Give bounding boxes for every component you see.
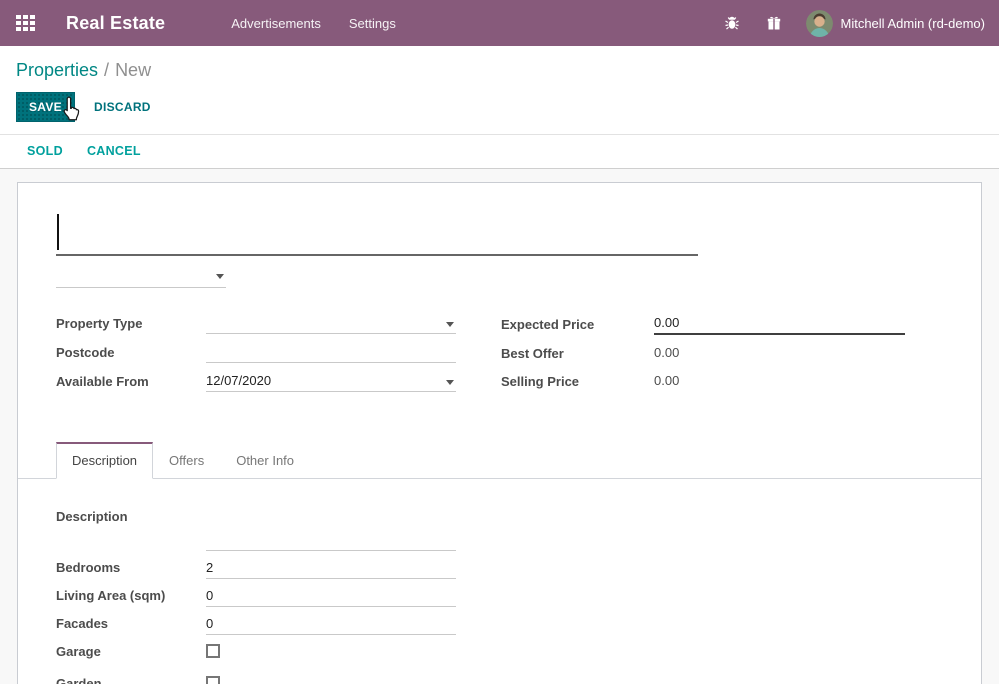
debug-mode-button[interactable] xyxy=(714,9,750,37)
chevron-down-icon xyxy=(446,322,454,327)
bedrooms-input[interactable] xyxy=(206,558,456,579)
user-menu[interactable]: Mitchell Admin (rd-demo) xyxy=(806,10,986,37)
apps-menu-button[interactable] xyxy=(0,0,50,46)
field-row-best-offer: Best Offer 0.00 xyxy=(501,343,905,363)
apps-grid-icon xyxy=(16,15,35,31)
tab-offers[interactable]: Offers xyxy=(153,443,220,479)
field-row-garden: Garden xyxy=(56,674,943,684)
menu-item-settings[interactable]: Settings xyxy=(339,8,406,39)
expected-price-label: Expected Price xyxy=(501,317,654,332)
field-row-bedrooms: Bedrooms xyxy=(56,558,943,579)
breadcrumb-properties-link[interactable]: Properties xyxy=(16,60,98,80)
promotion-button[interactable] xyxy=(756,9,792,37)
field-row-expected-price: Expected Price xyxy=(501,313,905,335)
gift-icon xyxy=(766,15,782,31)
available-from-input[interactable] xyxy=(206,371,456,392)
chevron-down-icon xyxy=(216,274,224,279)
cancel-button[interactable]: CANCEL xyxy=(87,144,141,158)
description-input[interactable] xyxy=(206,507,456,551)
form-view: Property Type Postcode Available From xyxy=(0,169,999,684)
selling-price-value: 0.00 xyxy=(654,371,679,391)
available-from-label: Available From xyxy=(56,374,206,389)
property-type-label: Property Type xyxy=(56,316,206,331)
field-row-facades: Facades xyxy=(56,614,943,635)
field-column-right: Expected Price Best Offer 0.00 Selling P… xyxy=(501,313,905,400)
tab-other-info[interactable]: Other Info xyxy=(220,443,310,479)
notebook-tabs: Description Offers Other Info xyxy=(18,442,981,479)
form-buttons: SAVE DISCARD xyxy=(16,92,983,122)
field-row-available-from: Available From xyxy=(56,371,456,392)
chevron-down-icon xyxy=(446,380,454,385)
garden-label: Garden xyxy=(56,674,206,684)
property-name-input[interactable] xyxy=(56,211,698,256)
field-row-selling-price: Selling Price 0.00 xyxy=(501,371,905,391)
field-row-postcode: Postcode xyxy=(56,342,456,363)
tab-description[interactable]: Description xyxy=(56,442,153,479)
statusbar: SOLD CANCEL xyxy=(0,134,999,169)
menu-item-advertisements[interactable]: Advertisements xyxy=(221,8,331,39)
breadcrumb-current: New xyxy=(115,60,151,80)
postcode-label: Postcode xyxy=(56,345,206,360)
expected-price-input[interactable] xyxy=(654,313,905,335)
facades-input[interactable] xyxy=(206,614,456,635)
text-insertion-caret xyxy=(57,214,59,250)
breadcrumb-separator: / xyxy=(104,60,109,80)
sold-button[interactable]: SOLD xyxy=(27,144,63,158)
garage-checkbox[interactable] xyxy=(206,644,220,658)
navbar-right: Mitchell Admin (rd-demo) xyxy=(714,9,986,37)
selling-price-label: Selling Price xyxy=(501,374,654,389)
bug-icon xyxy=(724,15,740,31)
top-navbar: Real Estate Advertisements Settings xyxy=(0,0,999,46)
facades-label: Facades xyxy=(56,614,206,635)
living-area-label: Living Area (sqm) xyxy=(56,586,206,607)
postcode-input[interactable] xyxy=(206,342,456,363)
field-grid: Property Type Postcode Available From xyxy=(56,313,943,400)
main-menu: Advertisements Settings xyxy=(221,8,406,39)
field-row-garage: Garage xyxy=(56,642,943,663)
property-tags-input[interactable] xyxy=(56,264,226,288)
description-tab-content: Description Bedrooms Living Area (sqm) F… xyxy=(56,479,943,684)
field-row-description: Description xyxy=(56,507,943,551)
property-type-select[interactable] xyxy=(206,313,456,334)
field-column-left: Property Type Postcode Available From xyxy=(56,313,456,400)
app-title[interactable]: Real Estate xyxy=(66,13,165,34)
field-row-living-area: Living Area (sqm) xyxy=(56,586,943,607)
garden-checkbox[interactable] xyxy=(206,676,220,684)
control-panel: Properties / New SAVE DISCARD xyxy=(0,46,999,134)
form-sheet: Property Type Postcode Available From xyxy=(17,182,982,684)
description-label: Description xyxy=(56,507,206,551)
living-area-input[interactable] xyxy=(206,586,456,607)
field-row-property-type: Property Type xyxy=(56,313,456,334)
bedrooms-label: Bedrooms xyxy=(56,558,206,579)
breadcrumb: Properties / New xyxy=(16,60,983,81)
user-avatar xyxy=(806,10,833,37)
best-offer-value: 0.00 xyxy=(654,343,679,363)
best-offer-label: Best Offer xyxy=(501,346,654,361)
discard-button[interactable]: DISCARD xyxy=(83,92,162,122)
user-name: Mitchell Admin (rd-demo) xyxy=(841,16,986,31)
garage-label: Garage xyxy=(56,642,206,663)
save-button[interactable]: SAVE xyxy=(16,92,75,122)
